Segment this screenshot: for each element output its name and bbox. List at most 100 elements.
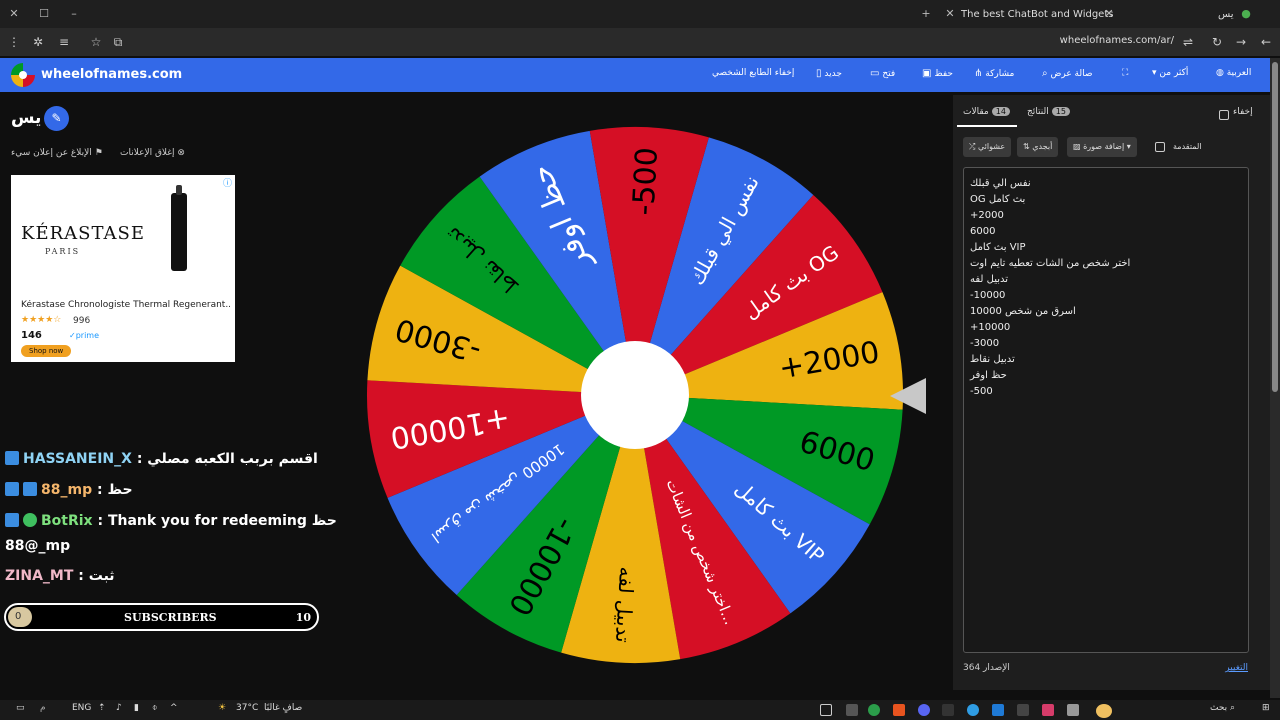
verified-badge-icon	[23, 513, 37, 527]
folder-icon: ▭	[870, 68, 880, 79]
forward-icon[interactable]: ←	[1258, 34, 1274, 50]
extensions-icon[interactable]: ✲	[30, 34, 46, 50]
nav-hide-branding[interactable]: إخفاء الطابع الشخصي	[712, 68, 794, 78]
site-settings-icon[interactable]: ⇌	[1180, 34, 1196, 50]
weather-text[interactable]: صافٍ غالبًا	[264, 703, 302, 713]
close-circle-icon: ⊗	[177, 148, 185, 158]
address-bar: ⋮ ✲ ≡ ☆ ⧉ wheelofnames.com/ar/ ⇌ ↻ → ←	[0, 28, 1280, 56]
volume-icon[interactable]: ♪	[116, 703, 122, 713]
app-icon[interactable]	[893, 704, 905, 716]
tray-chevron-icon[interactable]: ^	[170, 703, 178, 713]
add-image-button[interactable]: ▨ إضافة صورة ▾	[1067, 137, 1137, 157]
entry-line[interactable]: 6000	[970, 224, 1242, 240]
taskview-icon[interactable]	[820, 704, 832, 716]
entry-line[interactable]: تدبيل لفه	[970, 272, 1242, 288]
chrome-icon[interactable]	[868, 704, 880, 716]
brand-name[interactable]: wheelofnames.com	[41, 67, 182, 82]
site-header: wheelofnames.com إخفاء الطابع الشخصي ▯ ج…	[0, 58, 1270, 92]
chat-message: 88_mp : حظ	[5, 482, 133, 498]
entry-line[interactable]: +10000	[970, 320, 1242, 336]
active-tab-indicator	[957, 125, 1017, 127]
entry-line[interactable]: +2000	[970, 208, 1242, 224]
fullscreen-icon[interactable]: ⛶	[1122, 68, 1128, 78]
url-field[interactable]: wheelofnames.com/ar/	[1060, 35, 1174, 46]
report-ad-link[interactable]: الإبلاغ عن إعلان سيء ⚑	[11, 148, 103, 158]
entry-line[interactable]: OG بث كامل	[970, 192, 1242, 208]
nav-open[interactable]: ▭ فتح	[866, 68, 895, 79]
sort-button[interactable]: ⇅ أبجدي	[1017, 137, 1059, 157]
copilot-icon[interactable]	[1096, 704, 1112, 718]
mic-icon[interactable]: ⌽	[152, 703, 157, 713]
start-icon[interactable]: ⊞	[1262, 703, 1270, 713]
nav-save[interactable]: ▣ حفظ	[918, 68, 953, 79]
entry-line[interactable]: تدبيل نقاط	[970, 352, 1242, 368]
shop-now-button[interactable]: Shop now	[21, 345, 72, 357]
bookmark-star-icon[interactable]: ☆	[88, 34, 104, 50]
wheel[interactable]: نفس الي قبلك بث كامل OG +2000 6000 بث كامل V…	[365, 125, 905, 665]
weather-icon[interactable]: ☀	[218, 703, 226, 713]
entry-line[interactable]: نفس الي قبلك	[970, 176, 1242, 192]
nav-more[interactable]: ▾ أكثر من	[1152, 68, 1188, 78]
tab-wheel[interactable]: يس	[1218, 4, 1234, 26]
minimize-window-icon[interactable]: –	[66, 6, 82, 22]
taskbar-search[interactable]: بحث ⌕	[1210, 703, 1235, 713]
menu-icon[interactable]: ⋮	[6, 34, 22, 50]
edge-icon[interactable]	[967, 704, 979, 716]
tab-entries[interactable]: مقالات 14	[963, 107, 1010, 117]
share-icon: ⋔	[974, 68, 983, 79]
back-icon[interactable]: →	[1233, 34, 1249, 50]
language-indicator[interactable]: ENG	[72, 703, 91, 713]
hide-checkbox[interactable]	[1219, 110, 1229, 120]
app-icon[interactable]	[942, 704, 954, 716]
weather-temp[interactable]: 37°C	[236, 703, 258, 713]
close-ads-link[interactable]: إغلاق الإعلانات ⊗	[120, 148, 185, 158]
new-tab-icon[interactable]: +	[918, 6, 934, 22]
tab-results[interactable]: النتائج 15	[1027, 107, 1070, 117]
advertisement[interactable]: ⓘ KÉRASTASE PARIS Kérastase Chronologist…	[11, 175, 235, 362]
network-icon[interactable]: ⇡	[98, 703, 106, 713]
app-icon[interactable]	[1042, 704, 1054, 716]
scrollbar-thumb[interactable]	[1272, 62, 1278, 392]
shuffle-button[interactable]: ⤮ عشوائي	[963, 137, 1012, 157]
wheel-logo-icon[interactable]	[11, 63, 35, 87]
close-tab-icon[interactable]: ✕	[942, 6, 958, 22]
maximize-window-icon[interactable]: ☐	[36, 6, 52, 22]
reload-icon[interactable]: ↻	[1209, 34, 1225, 50]
streamer-badge-icon	[5, 451, 19, 465]
share-icon[interactable]: ⧉	[110, 34, 126, 50]
entry-line[interactable]: اسرق من شخص 10000	[970, 304, 1242, 320]
advanced-checkbox[interactable]	[1155, 142, 1165, 152]
edit-title-button[interactable]: ✎	[44, 106, 69, 131]
entry-line[interactable]: -10000	[970, 288, 1242, 304]
discord-icon[interactable]	[918, 704, 930, 716]
entry-line[interactable]: حظ اوفر	[970, 368, 1242, 384]
close-window-icon[interactable]: ✕	[6, 6, 22, 22]
ad-product-title[interactable]: Kérastase Chronologiste Thermal Regenera…	[21, 300, 231, 310]
nav-new[interactable]: ▯ جديد	[812, 68, 842, 79]
entry-line[interactable]: -3000	[970, 336, 1242, 352]
close-tab-icon[interactable]: ✕	[1101, 6, 1117, 22]
search-icon: ⌕	[1042, 68, 1048, 79]
wheel-canvas[interactable]: نفس الي قبلكبث كامل OG+20006000بث كامل V…	[365, 125, 905, 665]
nav-share[interactable]: ⋔ مشاركة	[970, 68, 1014, 79]
entry-line[interactable]: -500	[970, 384, 1242, 400]
app-icon[interactable]	[992, 704, 1004, 716]
page-scrollbar[interactable]	[1270, 58, 1280, 698]
ad-info-icon[interactable]: ⓘ	[223, 176, 232, 189]
battery-icon[interactable]: ▮	[134, 703, 139, 713]
entry-line[interactable]: اختر شخص من الشات تعطيه تايم اوت	[970, 256, 1242, 272]
app-icon[interactable]	[1067, 704, 1079, 716]
nav-gallery[interactable]: ⌕ صالة عرض	[1038, 68, 1093, 79]
changes-link[interactable]: التغيير	[1225, 663, 1248, 673]
app-icon[interactable]	[846, 704, 858, 716]
wheel-hub[interactable]	[581, 341, 689, 449]
chat-message: 88@_mp	[5, 538, 71, 554]
app-icon[interactable]	[1017, 704, 1029, 716]
reading-list-icon[interactable]: ≡	[56, 34, 72, 50]
nav-language[interactable]: ◍ العربية	[1216, 68, 1251, 78]
entries-textarea[interactable]: نفس الي قبلك OG بث كامل +2000 6000 بث كامل V…	[963, 167, 1249, 653]
notification-icon[interactable]: ▭	[16, 703, 25, 713]
entry-line[interactable]: بث كامل VIP	[970, 240, 1242, 256]
pencil-icon: ✎	[51, 111, 62, 125]
tab-chatbot[interactable]: The best ChatBot and Widgets	[961, 4, 1113, 26]
